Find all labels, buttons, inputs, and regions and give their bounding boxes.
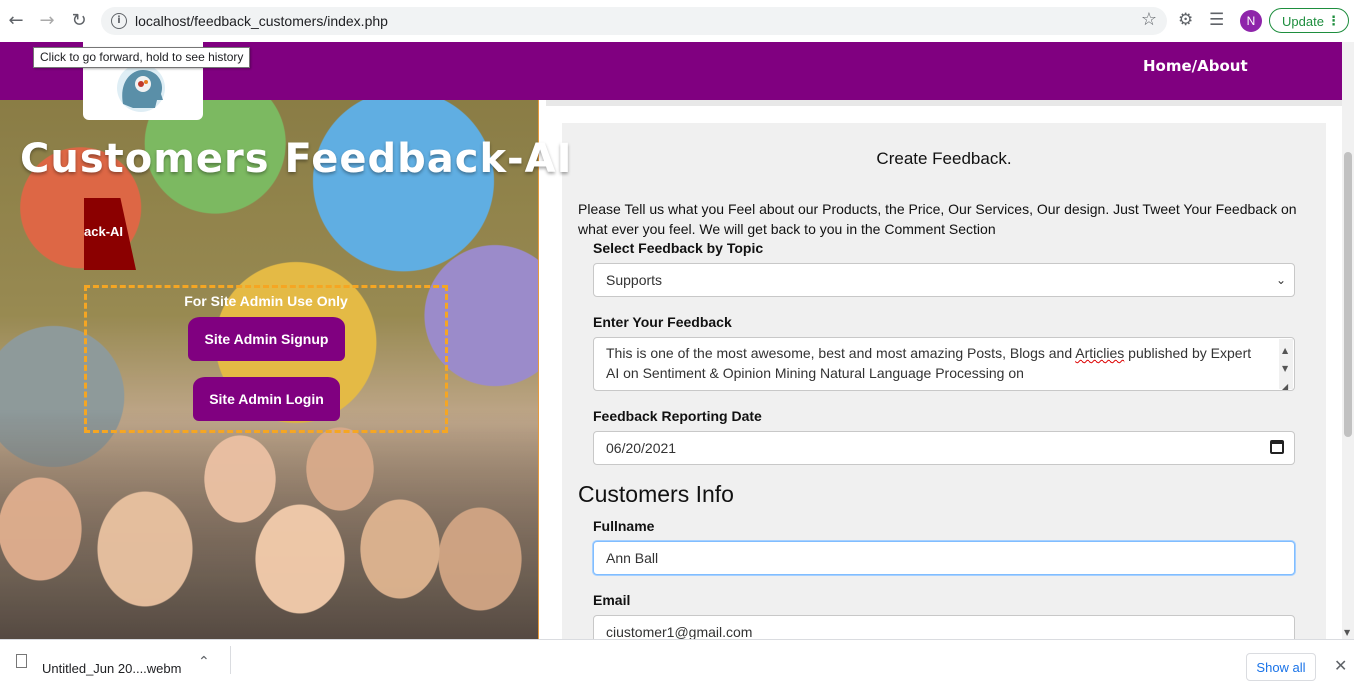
- topic-label: Select Feedback by Topic: [593, 240, 764, 256]
- date-input[interactable]: 06/20/2021: [593, 431, 1295, 465]
- feedback-label: Enter Your Feedback: [593, 314, 732, 330]
- url-text[interactable]: localhost/feedback_customers/index.php: [135, 13, 388, 29]
- fullname-input[interactable]: Ann Ball: [593, 541, 1295, 575]
- textarea-scrollbar[interactable]: ▲ ▼ ◢: [1279, 339, 1293, 390]
- feedback-textarea[interactable]: This is one of the most awesome, best an…: [593, 337, 1295, 391]
- nav-home-about[interactable]: Home/About: [1143, 57, 1248, 75]
- info-icon[interactable]: i: [111, 13, 127, 29]
- admin-box-title: For Site Admin Use Only: [184, 293, 348, 309]
- update-label: Update: [1282, 14, 1324, 29]
- misspelled-word: Articlies: [1075, 345, 1125, 361]
- panel-top-bar: [546, 100, 1342, 106]
- extensions-puzzle-icon[interactable]: ⚙: [1178, 10, 1193, 30]
- close-icon[interactable]: ✕: [1334, 656, 1347, 675]
- customers-info-heading: Customers Info: [578, 481, 734, 507]
- scroll-down-arrow-icon[interactable]: ▼: [1344, 628, 1350, 637]
- media-queue-icon[interactable]: ☰: [1209, 10, 1224, 30]
- date-label: Feedback Reporting Date: [593, 408, 762, 424]
- feedback-text-part1: This is one of the most awesome, best an…: [606, 345, 1076, 361]
- email-input[interactable]: ciustomer1@gmail.com: [593, 615, 1295, 639]
- file-icon: [16, 654, 27, 668]
- calendar-icon[interactable]: [1270, 440, 1284, 454]
- admin-box: For Site Admin Use Only Site Admin Signu…: [84, 285, 448, 433]
- fullname-label: Fullname: [593, 518, 655, 534]
- show-all-button[interactable]: Show all: [1246, 653, 1316, 681]
- resize-handle-icon[interactable]: ◢: [1282, 377, 1288, 390]
- browser-toolbar: ← → ↻ i localhost/feedback_customers/ind…: [0, 0, 1354, 43]
- site-admin-signup-button[interactable]: Site Admin Signup: [188, 317, 345, 361]
- download-file-name[interactable]: Untitled_Jun 20....webm: [42, 661, 181, 676]
- feedback-form-card: Create Feedback. Please Tell us what you…: [562, 123, 1326, 639]
- topic-select[interactable]: Supports ⌄: [593, 263, 1295, 297]
- date-value: 06/20/2021: [606, 440, 677, 456]
- download-shelf: Untitled_Jun 20....webm ⌃ Show all ✕: [0, 639, 1354, 681]
- forward-tooltip: Click to go forward, hold to see history: [33, 47, 251, 68]
- profile-avatar[interactable]: N: [1240, 10, 1262, 32]
- scroll-down-icon[interactable]: ▼: [1282, 359, 1288, 379]
- site-admin-login-button[interactable]: Site Admin Login: [193, 377, 340, 421]
- slide-tag-text: ack-AI: [84, 224, 124, 239]
- menu-dots-icon[interactable]: ⋮: [1327, 9, 1340, 34]
- feedback-panel: Create Feedback. Please Tell us what you…: [546, 100, 1342, 639]
- fullname-value: Ann Ball: [606, 550, 659, 566]
- reload-icon[interactable]: ↻: [67, 9, 91, 33]
- topic-selected-value: Supports: [606, 272, 663, 288]
- download-separator: [230, 646, 231, 674]
- bookmark-star-icon[interactable]: ☆: [1141, 9, 1157, 30]
- form-title: Create Feedback.: [876, 149, 1012, 168]
- email-label: Email: [593, 592, 631, 608]
- address-bar[interactable]: i localhost/feedback_customers/index.php…: [101, 7, 1167, 35]
- chevron-down-icon: ⌄: [1275, 273, 1286, 287]
- site-title: Customers Feedback-AI: [20, 136, 573, 182]
- email-value: ciustomer1@gmail.com: [606, 624, 753, 639]
- page-scrollbar-thumb[interactable]: [1344, 152, 1352, 437]
- page-scrollbar[interactable]: ▼: [1342, 42, 1354, 639]
- update-button[interactable]: Update ⋮: [1269, 8, 1349, 33]
- forward-arrow-icon[interactable]: →: [35, 9, 59, 33]
- scroll-up-icon[interactable]: ▲: [1282, 341, 1288, 361]
- chevron-up-icon[interactable]: ⌃: [198, 654, 210, 670]
- form-description: Please Tell us what you Feel about our P…: [578, 201, 1297, 237]
- back-arrow-icon[interactable]: ←: [4, 9, 28, 33]
